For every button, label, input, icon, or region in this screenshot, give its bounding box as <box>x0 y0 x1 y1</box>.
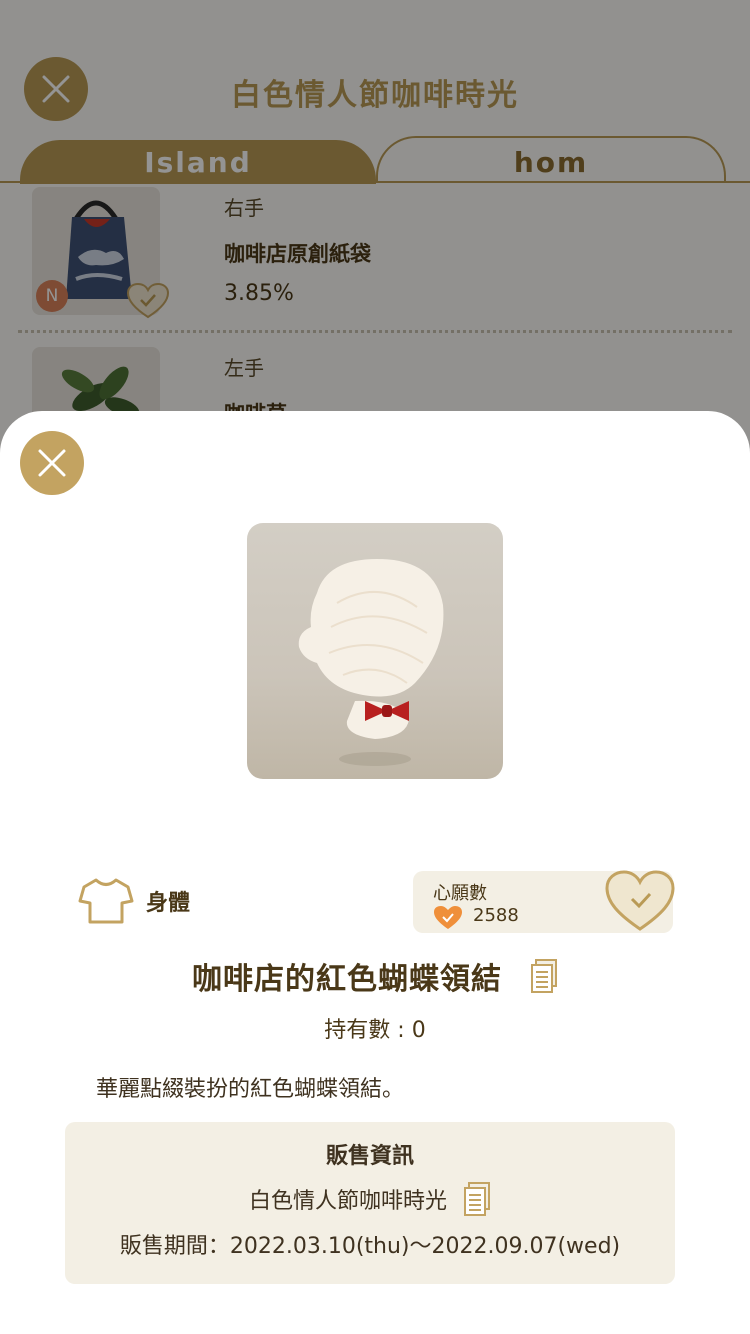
wish-heart-button[interactable] <box>604 869 676 933</box>
item-title-row: 咖啡店的紅色蝴蝶領結 <box>0 954 750 998</box>
sale-info-heading: 販售資訊 <box>325 1144 414 1169</box>
item-preview-image <box>247 523 503 779</box>
avatar-bowtie-illustration <box>298 559 444 766</box>
heart-icon <box>434 906 462 929</box>
sale-event-row: 白色情人節咖啡時光 <box>65 1182 675 1216</box>
item-detail-sheet: 身體 心願數 2588 咖啡店的紅色蝴蝶領結 持有數 : 0 華麗點綴裝扮的紅色… <box>0 411 750 1334</box>
document-icon[interactable] <box>463 1182 491 1216</box>
document-icon[interactable] <box>530 959 558 993</box>
shirt-icon <box>78 878 134 924</box>
wish-count: 2588 <box>473 905 519 926</box>
item-name: 咖啡店的紅色蝴蝶領結 <box>192 962 502 997</box>
sale-info-panel: 販售資訊 白色情人節咖啡時光 販售期間：2022.03.10(thu)～2022… <box>65 1122 675 1284</box>
close-icon <box>38 449 66 477</box>
owned-count: 持有數 : 0 <box>324 1018 426 1043</box>
wish-label: 心願數 <box>433 883 487 904</box>
sale-period: 販售期間：2022.03.10(thu)～2022.09.07(wed) <box>119 1234 621 1259</box>
close-button[interactable] <box>20 431 84 495</box>
sale-event-name: 白色情人節咖啡時光 <box>248 1189 447 1214</box>
category: 身體 <box>78 877 190 925</box>
category-label: 身體 <box>146 891 191 916</box>
item-description: 華麗點綴裝扮的紅色蝴蝶領結。 <box>96 1077 405 1102</box>
